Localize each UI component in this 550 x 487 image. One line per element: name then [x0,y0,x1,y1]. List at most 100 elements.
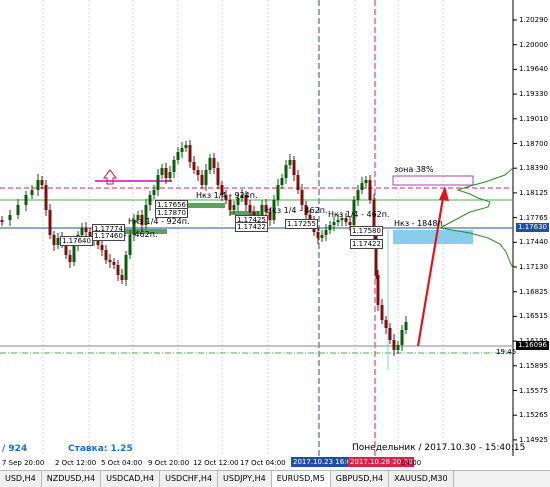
price-axis-label: 1.16825 [519,287,548,296]
price-box: 1.17255 [285,219,318,229]
candle-body [360,183,364,190]
lot-info: / 924 [2,444,28,454]
price-axis-label: 1.19330 [519,90,548,99]
candle-body [324,230,328,235]
candle-body [72,245,76,262]
candle-body [48,210,52,235]
candle-body [152,190,156,195]
time-axis-label: 12 Oct 12:00 [193,459,239,467]
candle-body [168,172,172,178]
time-axis-label: 04:00 [401,459,422,467]
candle-body [36,180,40,190]
candle-body [164,168,168,178]
zone-38-label: зона 38% [394,165,434,174]
candle-body [156,175,160,190]
candle-body [404,322,408,330]
price-axis-label: 1.17440 [519,238,548,247]
candle-body [280,178,284,185]
time-axis-label: 2 Oct 12:00 [55,459,97,467]
tab-gbpusd-h4[interactable]: GBPUSD,H4 [331,471,390,487]
candle-body [368,180,372,200]
price-box: 1.17580 [350,226,383,236]
tab-usdjpy-h4[interactable]: USDJPY,H4 [218,471,272,487]
candle-body [84,228,88,232]
candle-body [296,175,300,190]
nkz-label: Нкз 1/4 - 924п. [196,191,258,200]
candle-body [40,180,44,185]
candle-body [172,160,176,172]
nkz-label: Нкз 1/4 - 462п. [328,210,390,219]
candle-body [392,340,396,350]
tab-xauusd-m30[interactable]: XAUUSD,M30 [389,471,454,487]
price-axis-label: 1.19010 [519,114,548,123]
tab-usd-h4[interactable]: USD,H4 [0,471,42,487]
candle-body [388,328,392,340]
candle-body [160,168,164,175]
nkz-label: Нкз - 1848п. [394,219,446,228]
price-box: 1.17640 [60,236,93,246]
candle-body [288,160,292,165]
time-axis-label: 17 Oct 04:00 [240,459,286,467]
price-axis-label: 1.18700 [519,139,548,148]
time-axis-label: 5 Oct 04:00 [101,459,143,467]
candle-body [400,330,404,345]
candle-body [68,255,72,262]
candle-body [364,180,368,183]
candle-body [188,145,192,162]
candle-body [248,205,252,212]
candle-body [316,232,320,238]
candle-body [208,158,212,170]
datetime-info: Понедельник / 2017.10.30 - 15:40:15 [352,443,526,453]
price-box: 1.17422 [350,239,383,249]
current-price-badge: 1.17630 [516,223,549,232]
candle-body [284,165,288,178]
candle-body [176,152,180,160]
candle-body [196,170,200,175]
candle-body [44,185,48,210]
chart-tabs: USD,H4 NZDUSD,H4 USDCAD,H4 USDCHF,H4 USD… [0,470,550,487]
candle-body [116,265,120,275]
price-axis-label: 1.19640 [519,65,548,74]
candle-body [104,250,108,260]
price-axis-label: 1.16515 [519,312,548,321]
candle-body [80,228,84,235]
tab-usdcad-h4[interactable]: USDCAD,H4 [101,471,161,487]
candle-body [328,225,332,230]
candle-body [216,168,220,185]
candle-body [124,255,128,280]
price-box: 1.17460 [92,231,125,241]
candle-body [348,222,352,225]
tab-eurusd-m5[interactable]: EURUSD,M5 [271,471,331,487]
candle-body [8,215,12,220]
candle-body [180,148,184,152]
nkz-label: Нкз 1/4 - 924п. [128,217,190,226]
candle-body [384,320,388,328]
price-chart[interactable] [0,0,550,456]
candle-body [232,205,236,210]
candle-body [380,305,384,320]
price-axis-label: 1.20290 [519,16,548,24]
price-axis-label: 1.20000 [519,40,548,49]
chart-area[interactable]: 1.20290 1.20000 1.19640 1.19330 1.19010 1.187… [0,0,550,467]
price-axis-label: 1.17765 [519,213,548,222]
candle-body [300,190,304,205]
candle-body [0,220,4,222]
candle-body [108,260,112,262]
candle-body [276,185,280,200]
low-price-badge: 1.16096 [516,341,549,350]
nkz-zone-box [393,230,473,244]
red-target-arrow [416,191,446,347]
candle-body [148,195,152,205]
tab-usdchf-h4[interactable]: USDCHF,H4 [160,471,219,487]
candle-body [52,235,56,245]
candle-body [260,205,264,215]
green-segment [185,203,225,208]
price-box: 1.17422 [235,222,268,232]
time-axis-label: 9 Oct 20:00 [148,459,190,467]
candle-body [112,262,116,265]
tab-nzdusd-h4[interactable]: NZDUSD,H4 [42,471,102,487]
candle-body [320,235,324,238]
candle-body [356,190,360,200]
candle-body [396,345,400,350]
price-axis-label: 1.17130 [519,263,548,271]
